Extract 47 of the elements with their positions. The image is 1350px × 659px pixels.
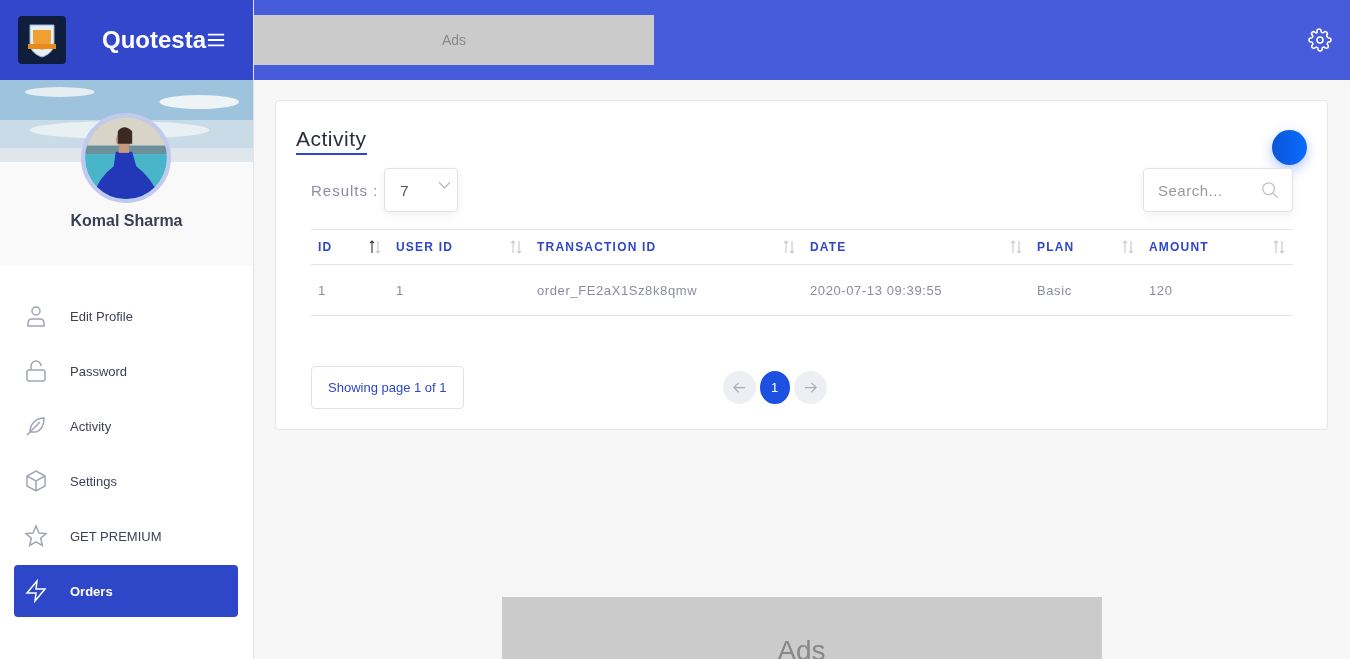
- table-cell-text: 1: [317, 281, 327, 300]
- profile-name: Komal Sharma: [70, 212, 183, 230]
- brand-name: Quotesta: [102, 26, 206, 54]
- sidebar-item[interactable]: GET PREMIUM: [14, 510, 238, 562]
- card-title: Activity: [296, 127, 367, 155]
- column-header[interactable]: TRANSACTION ID: [530, 230, 803, 264]
- padlock-icon: [24, 359, 48, 383]
- table-cell-text: 1: [395, 281, 405, 300]
- column-label: ID: [318, 240, 333, 254]
- column-header[interactable]: PLAN: [1030, 230, 1142, 264]
- feather-icon: [24, 414, 48, 438]
- search-field[interactable]: Search...: [1143, 168, 1293, 212]
- sidebar-item[interactable]: Orders: [14, 565, 238, 617]
- sidebar-item[interactable]: Activity: [14, 400, 238, 452]
- page-status: Showing page 1 of 1: [311, 366, 464, 409]
- column-header[interactable]: ID: [311, 230, 389, 264]
- sidebar-item[interactable]: Password: [14, 345, 238, 397]
- column-label: TRANSACTION ID: [537, 240, 657, 254]
- cube-icon: [24, 469, 48, 493]
- table-cell-text: 2020-07-13 09:39:55: [809, 281, 944, 300]
- lightning-icon: [24, 579, 48, 603]
- user-icon: [24, 304, 48, 328]
- sidebar-item[interactable]: Settings: [14, 455, 238, 507]
- settings-icon[interactable]: [1308, 28, 1332, 52]
- chevron-down-icon: [438, 181, 452, 189]
- results-select[interactable]: 7: [384, 168, 459, 212]
- page-button[interactable]: 1: [759, 371, 790, 404]
- menu-icon[interactable]: [207, 32, 225, 48]
- column-label: AMOUNT: [1149, 240, 1209, 254]
- arrow-left-icon: [732, 381, 746, 394]
- arrow-right-icon: [803, 381, 817, 394]
- column-header[interactable]: USER ID: [389, 230, 530, 264]
- table-cell-text: 120: [1148, 281, 1174, 300]
- sidebar-item[interactable]: Edit Profile: [14, 290, 238, 342]
- column-label: DATE: [810, 240, 847, 254]
- column-header[interactable]: DATE: [803, 230, 1030, 264]
- search-icon: [1261, 181, 1279, 199]
- column-label: PLAN: [1037, 240, 1075, 254]
- column-label: USER ID: [396, 240, 454, 254]
- results-label: Results :: [311, 181, 379, 199]
- shield-logo-icon: [18, 16, 66, 64]
- table-cell-text: Basic: [1036, 281, 1073, 300]
- star-icon: [24, 524, 48, 548]
- round-button[interactable]: [1272, 130, 1307, 165]
- ad-label: Ads: [441, 32, 467, 48]
- table-cell-text: order_FE2aX1Sz8k8qmw: [536, 281, 699, 300]
- column-header[interactable]: AMOUNT: [1142, 230, 1293, 264]
